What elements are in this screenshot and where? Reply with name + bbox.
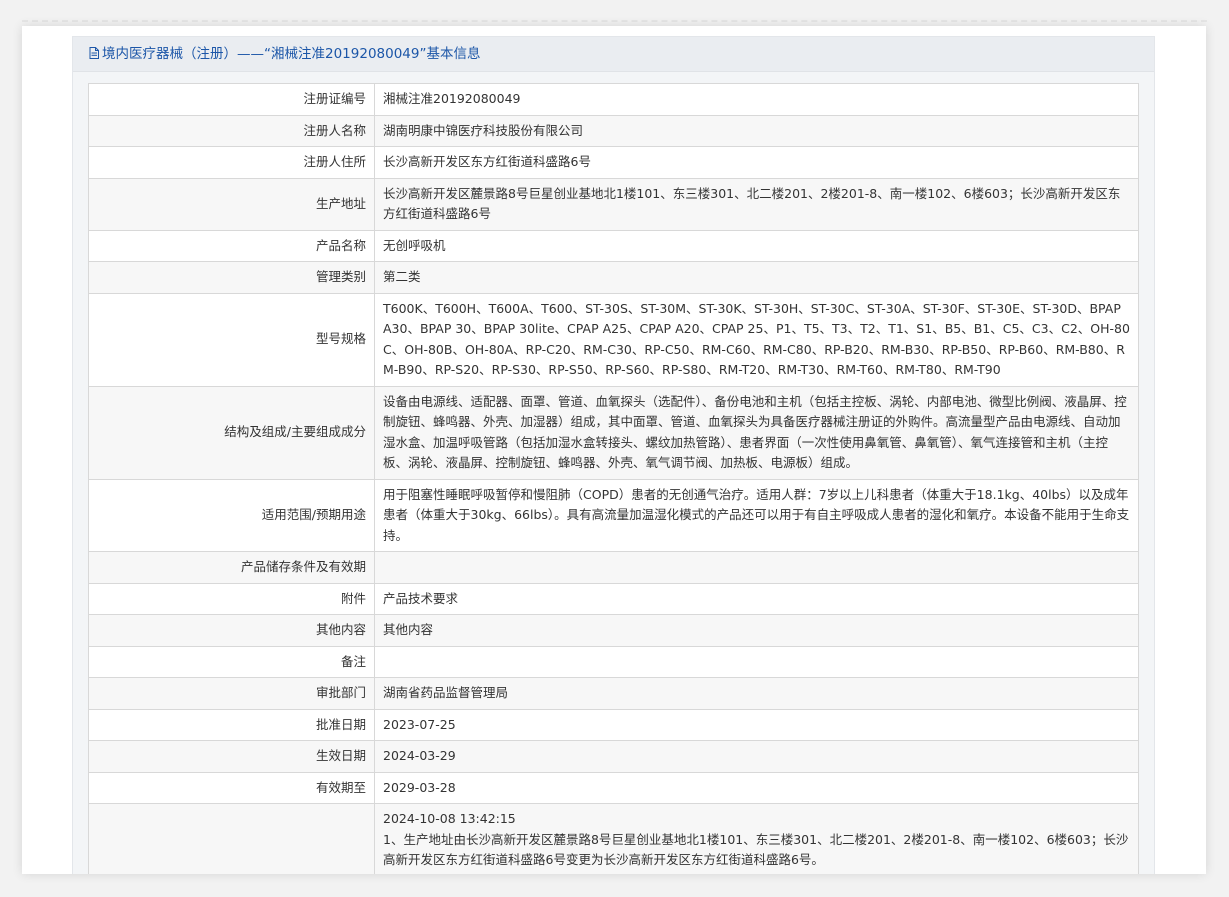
table-row: 型号规格 T600K、T600H、T600A、T600、ST-30S、ST-30M… bbox=[88, 292, 1139, 387]
field-label: 生产地址 bbox=[88, 177, 375, 231]
field-value: 长沙高新开发区麓景路8号巨星创业基地北1楼101、东三楼301、北二楼201、2… bbox=[374, 177, 1139, 231]
table-row: 注册证编号 湘械注准20192080049 bbox=[88, 83, 1139, 116]
table-row: 批准日期 2023-07-25 bbox=[88, 708, 1139, 741]
content-card: 境内医疗器械（注册）——“湘械注准20192080049”基本信息 注册证编号湘… bbox=[22, 26, 1206, 874]
field-value: 湖南省药品监督管理局 bbox=[374, 677, 1139, 710]
field-label: 备注 bbox=[88, 645, 375, 678]
field-value: T600K、T600H、T600A、T600、ST-30S、ST-30M、ST-… bbox=[374, 292, 1139, 387]
change-record-row: 2024-10-08 13:42:15 1、生产地址由长沙高新开发区麓景路8号巨星… bbox=[88, 803, 1139, 874]
field-value: 湖南明康中锦医疗科技股份有限公司 bbox=[374, 114, 1139, 147]
table-row: 结构及组成/主要组成成分 设备由电源线、适配器、面罩、管道、血氧探头（选配件）、备… bbox=[88, 385, 1139, 480]
change-timestamp: 2024-10-08 13:42:15 bbox=[383, 811, 516, 826]
field-value bbox=[374, 551, 1139, 584]
field-label: 批准日期 bbox=[88, 708, 375, 741]
table-row: 生产地址 长沙高新开发区麓景路8号巨星创业基地北1楼101、东三楼301、北二楼2… bbox=[88, 177, 1139, 231]
panel-title: 境内医疗器械（注册）——“湘械注准20192080049”基本信息 bbox=[102, 46, 481, 62]
field-label: 其他内容 bbox=[88, 614, 375, 647]
field-label: 注册证编号 bbox=[88, 83, 375, 116]
top-dashed-divider bbox=[22, 20, 1207, 22]
field-label: 产品名称 bbox=[88, 229, 375, 262]
change-text: 1、生产地址由长沙高新开发区麓景路8号巨星创业基地北1楼101、东三楼301、北… bbox=[383, 831, 1129, 868]
field-value: 设备由电源线、适配器、面罩、管道、血氧探头（选配件）、备份电池和主机（包括主控板… bbox=[374, 385, 1139, 480]
table-row: 审批部门 湖南省药品监督管理局 bbox=[88, 677, 1139, 710]
field-label: 注册人名称 bbox=[88, 114, 375, 147]
table-row: 注册人名称 湖南明康中锦医疗科技股份有限公司 bbox=[88, 114, 1139, 147]
document-icon bbox=[89, 47, 99, 59]
field-value: 第二类 bbox=[374, 261, 1139, 294]
table-row: 产品储存条件及有效期 bbox=[88, 551, 1139, 584]
table-row: 注册人住所 长沙高新开发区东方红街道科盛路6号 bbox=[88, 146, 1139, 179]
change-value: 2024-10-08 13:42:15 1、生产地址由长沙高新开发区麓景路8号巨星… bbox=[374, 803, 1139, 874]
field-value: 2024-03-29 bbox=[374, 740, 1139, 773]
field-value: 产品技术要求 bbox=[374, 582, 1139, 615]
field-value: 长沙高新开发区东方红街道科盛路6号 bbox=[374, 146, 1139, 179]
field-value: 2023-07-25 bbox=[374, 708, 1139, 741]
table-row: 生效日期 2024-03-29 bbox=[88, 740, 1139, 773]
field-label: 适用范围/预期用途 bbox=[88, 478, 375, 552]
table-row: 管理类别 第二类 bbox=[88, 261, 1139, 294]
field-label: 附件 bbox=[88, 582, 375, 615]
field-value: 其他内容 bbox=[374, 614, 1139, 647]
panel-header: 境内医疗器械（注册）——“湘械注准20192080049”基本信息 bbox=[73, 37, 1154, 72]
table-row: 其他内容 其他内容 bbox=[88, 614, 1139, 647]
table-row: 产品名称 无创呼吸机 bbox=[88, 229, 1139, 262]
field-value: 用于阻塞性睡眠呼吸暂停和慢阻肺（COPD）患者的无创通气治疗。适用人群：7岁以上… bbox=[374, 478, 1139, 552]
field-value bbox=[374, 645, 1139, 678]
field-label: 型号规格 bbox=[88, 292, 375, 387]
info-panel: 境内医疗器械（注册）——“湘械注准20192080049”基本信息 注册证编号湘… bbox=[72, 36, 1155, 874]
table-row: 备注 bbox=[88, 645, 1139, 678]
field-label: 结构及组成/主要组成成分 bbox=[88, 385, 375, 480]
field-value: 无创呼吸机 bbox=[374, 229, 1139, 262]
field-label: 有效期至 bbox=[88, 771, 375, 804]
table-row: 附件 产品技术要求 bbox=[88, 582, 1139, 615]
info-table: 注册证编号 湘械注准20192080049 注册人名称 湖南明康中锦医疗科技股份有限公… bbox=[88, 83, 1139, 874]
field-label: 生效日期 bbox=[88, 740, 375, 773]
table-row: 适用范围/预期用途 用于阻塞性睡眠呼吸暂停和慢阻肺（COPD）患者的无创通气治疗。… bbox=[88, 478, 1139, 552]
field-value: 湘械注准20192080049 bbox=[374, 83, 1139, 116]
table-row: 有效期至 2029-03-28 bbox=[88, 771, 1139, 804]
field-label: 产品储存条件及有效期 bbox=[88, 551, 375, 584]
field-label: 管理类别 bbox=[88, 261, 375, 294]
change-label bbox=[88, 803, 375, 874]
field-value: 2029-03-28 bbox=[374, 771, 1139, 804]
field-label: 审批部门 bbox=[88, 677, 375, 710]
field-label: 注册人住所 bbox=[88, 146, 375, 179]
